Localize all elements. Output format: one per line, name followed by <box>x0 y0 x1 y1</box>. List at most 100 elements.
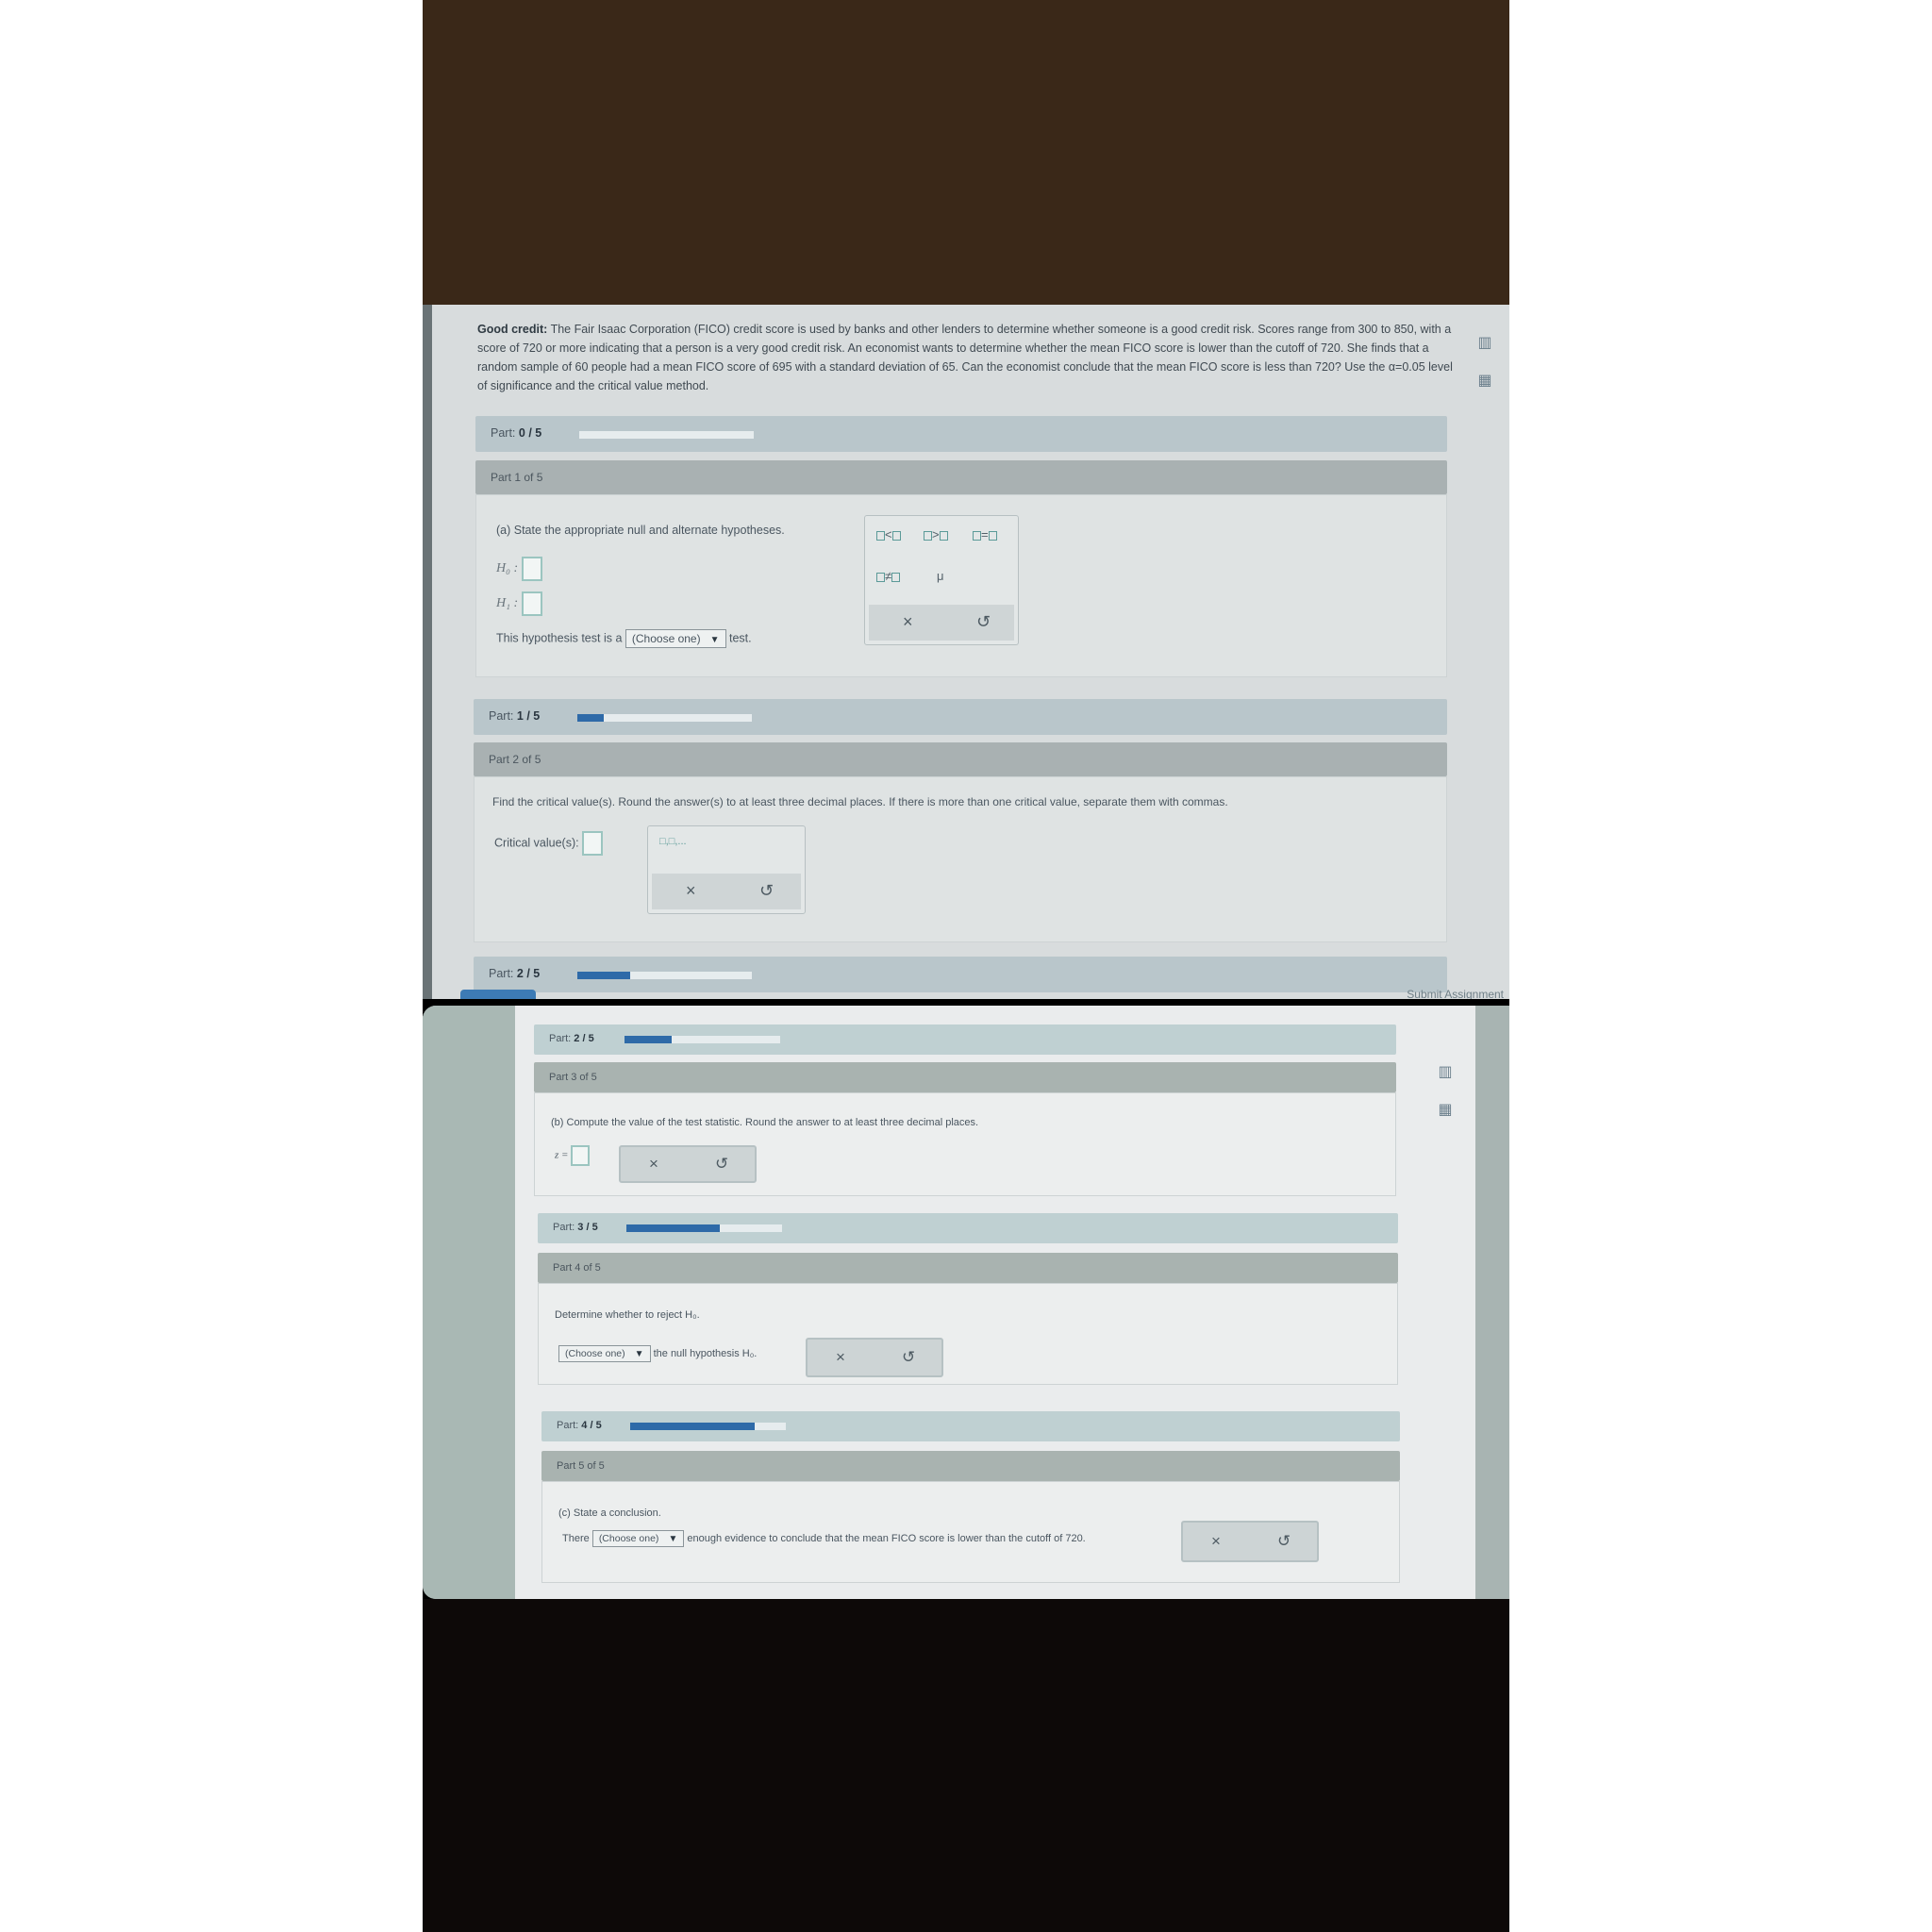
part-4-body <box>538 1283 1398 1385</box>
part-2-question: Find the critical value(s). Round the an… <box>492 795 1228 808</box>
progress-track <box>630 1423 786 1430</box>
progress-track <box>577 714 752 722</box>
screen-gutter-right <box>1475 1006 1509 1599</box>
critical-value-row: Critical value(s): <box>494 831 604 856</box>
test-statistic-label: z = <box>555 1149 569 1161</box>
not-equal-button[interactable]: ≠ <box>876 569 901 583</box>
screen-photo-top: Good credit: The Fair Isaac Corporation … <box>423 305 1509 999</box>
part-3-question: (b) Compute the value of the test statis… <box>551 1117 979 1128</box>
undo-icon[interactable]: ↺ <box>1277 1532 1291 1551</box>
conclusion-select-value: (Choose one) <box>598 1533 659 1544</box>
side-toolbar: ▥ ▦ <box>1436 1062 1457 1138</box>
greater-than-button[interactable]: > <box>924 527 948 541</box>
dropdown-arrow-icon: ▼ <box>709 635 720 645</box>
progress-fill <box>625 1036 672 1043</box>
h0-answer-box[interactable] <box>521 557 542 581</box>
progress-bar-2: Part: 2 / 5 <box>474 957 1447 992</box>
progress-count: 1 / 5 <box>516 709 541 723</box>
progress-bar-0: Part: 0 / 5 <box>475 416 1447 452</box>
palette-actions: × ↺ <box>652 874 801 909</box>
list-entry-button[interactable]: □,□,... <box>659 836 687 847</box>
part-1-question: (a) State the appropriate null and alter… <box>496 524 785 537</box>
reject-row: (Choose one) ▼ the null hypothesis H₀. <box>558 1345 757 1362</box>
white-margin-right <box>1509 0 1932 1932</box>
conclusion-select[interactable]: (Choose one) ▼ <box>591 1530 685 1547</box>
test-type-prefix: This hypothesis test is a <box>496 631 623 645</box>
calculator-icon[interactable]: ▦ <box>1436 1100 1455 1121</box>
x-icon[interactable]: × <box>903 612 913 632</box>
critical-value-answer-box[interactable] <box>582 831 604 856</box>
problem-text: The Fair Isaac Corporation (FICO) credit… <box>477 323 1453 392</box>
test-statistic-answer-box[interactable] <box>571 1145 591 1166</box>
side-toolbar: ▥ ▦ <box>1475 333 1496 408</box>
conclusion-suffix: enough evidence to conclude that the mea… <box>687 1532 1086 1544</box>
undo-icon[interactable]: ↺ <box>759 881 774 901</box>
calculator-icon[interactable]: ▦ <box>1475 371 1494 391</box>
undo-icon[interactable]: ↺ <box>976 612 991 632</box>
reject-suffix: the null hypothesis H₀. <box>653 1347 758 1359</box>
progress-bar-1: Part: 1 / 5 <box>474 699 1447 735</box>
x-icon[interactable]: × <box>686 881 696 901</box>
progress-fill <box>577 972 630 979</box>
submit-assignment-link[interactable]: Submit Assignment <box>1407 988 1504 999</box>
equals-button[interactable]: = <box>973 527 997 541</box>
progress-track <box>625 1036 780 1043</box>
undo-icon[interactable]: ↺ <box>715 1155 728 1174</box>
part-4-tools: × ↺ <box>806 1338 943 1377</box>
test-type-suffix: test. <box>729 631 752 645</box>
part-5-header: Part 5 of 5 <box>541 1451 1400 1481</box>
progress-count: 2 / 5 <box>516 967 541 980</box>
part-3-title: Part 3 of 5 <box>549 1072 597 1083</box>
progress-track <box>626 1224 782 1232</box>
h1-answer-box[interactable] <box>521 591 542 616</box>
reject-select[interactable]: (Choose one) ▼ <box>558 1345 651 1362</box>
progress-fill <box>626 1224 720 1232</box>
critical-value-label: Critical value(s): <box>494 836 579 850</box>
progress-count: 2 / 5 <box>574 1033 594 1044</box>
x-icon[interactable]: × <box>649 1155 658 1174</box>
dropdown-arrow-icon: ▼ <box>634 1349 644 1359</box>
progress-label: Part: <box>557 1420 579 1431</box>
part-2-header: Part 2 of 5 <box>474 742 1447 776</box>
photo-background-top <box>423 0 1509 305</box>
part-2-title: Part 2 of 5 <box>489 753 541 766</box>
photo-background-bottom <box>423 1599 1509 1932</box>
part-4-header: Part 4 of 5 <box>538 1253 1398 1283</box>
progress-fill <box>577 714 604 722</box>
chart-icon[interactable]: ▥ <box>1475 333 1494 354</box>
reject-select-value: (Choose one) <box>565 1348 625 1359</box>
white-margin-left <box>0 0 423 1932</box>
part-1-header: Part 1 of 5 <box>475 460 1447 494</box>
progress-label: Part: <box>491 426 516 440</box>
part-5-title: Part 5 of 5 <box>557 1460 605 1472</box>
chart-icon[interactable]: ▥ <box>1436 1062 1455 1083</box>
test-type-select[interactable]: (Choose one) ▼ <box>625 629 726 648</box>
mu-button[interactable]: μ <box>937 569 944 583</box>
test-type-row: This hypothesis test is a (Choose one) ▼ … <box>496 629 752 648</box>
problem-title: Good credit: <box>477 323 548 336</box>
test-statistic-row: z = <box>555 1145 591 1166</box>
conclusion-row: There (Choose one) ▼ enough evidence to c… <box>562 1530 1086 1547</box>
problem-statement: Good credit: The Fair Isaac Corporation … <box>477 320 1458 395</box>
progress-track <box>577 972 752 979</box>
undo-icon[interactable]: ↺ <box>902 1348 915 1367</box>
test-type-select-value: (Choose one) <box>631 632 701 645</box>
progress-bar-2b: Part: 2 / 5 <box>534 1024 1396 1055</box>
h0-row: H₀ : <box>496 557 542 581</box>
progress-bar-4: Part: 4 / 5 <box>541 1411 1400 1441</box>
x-icon[interactable]: × <box>1211 1532 1221 1551</box>
palette-actions: × ↺ <box>869 605 1014 641</box>
h1-label: H₁ : <box>496 596 519 611</box>
progress-track <box>579 431 754 439</box>
x-icon[interactable]: × <box>836 1348 845 1367</box>
part-5-tools: × ↺ <box>1181 1521 1319 1562</box>
part-3-header: Part 3 of 5 <box>534 1062 1396 1092</box>
less-than-button[interactable]: < <box>876 527 901 541</box>
dropdown-arrow-icon: ▼ <box>668 1534 678 1544</box>
part-3-tools: × ↺ <box>619 1145 757 1183</box>
tab-indicator <box>460 990 536 999</box>
screen-gutter-left <box>423 1006 515 1599</box>
progress-label: Part: <box>489 967 514 980</box>
screen-edge <box>423 305 432 999</box>
progress-label: Part: <box>489 709 514 723</box>
